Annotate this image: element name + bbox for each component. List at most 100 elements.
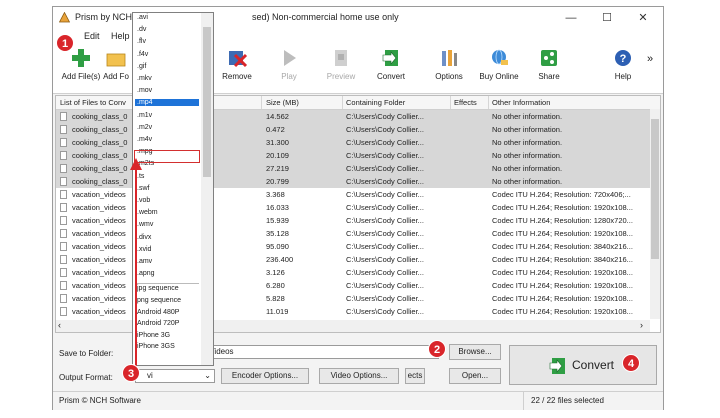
effects-button[interactable]: ects [405, 368, 425, 384]
preview-button[interactable]: Preview [315, 47, 367, 91]
menu-help[interactable]: Help [111, 31, 130, 41]
output-format-value: vi [147, 371, 153, 380]
file-info: Codec ITU H.264; Resolution: 1920x108... [492, 229, 633, 238]
options-label: Options [435, 72, 463, 81]
close-button[interactable]: ✕ [629, 10, 657, 26]
options-icon [442, 50, 457, 66]
scroll-left-icon[interactable]: ‹ [58, 320, 61, 330]
step-marker-3: 3 [122, 364, 140, 382]
format-option[interactable]: .mov [137, 87, 152, 94]
buy-online-button[interactable]: Buy Online [473, 47, 525, 91]
file-info: Codec ITU H.264; Resolution: 1280x720... [492, 216, 633, 225]
format-option[interactable]: .m4v [137, 136, 152, 143]
file-folder: C:\Users\Cody Collier... [346, 268, 424, 277]
format-option[interactable]: .mp4 [135, 99, 199, 107]
help-button[interactable]: ? Help [597, 47, 649, 91]
options-button[interactable]: Options [423, 47, 475, 91]
file-name: cooking_class_0 [72, 125, 128, 134]
maximize-button[interactable]: ☐ [593, 10, 621, 26]
add-folder-button[interactable]: Add Fo [101, 47, 131, 91]
share-label: Share [538, 72, 560, 81]
format-option[interactable]: .m2v [137, 124, 152, 131]
video-options-button[interactable]: Video Options... [319, 368, 399, 384]
file-icon [60, 125, 67, 134]
format-option[interactable]: .flv [137, 38, 146, 45]
col-header-folder[interactable]: Containing Folder [346, 98, 405, 107]
convert-toolbar-button[interactable]: Convert [365, 47, 417, 91]
file-size: 95.090 [266, 242, 289, 251]
scroll-right-icon[interactable]: › [640, 320, 643, 330]
file-folder: C:\Users\Cody Collier... [346, 177, 424, 186]
file-size: 35.128 [266, 229, 289, 238]
status-bar: Prism © NCH Software 22 / 22 files selec… [53, 391, 663, 410]
file-icon [60, 242, 67, 251]
convert-button-label: Convert [572, 358, 615, 372]
file-info: Codec ITU H.264; Resolution: 1920x108... [492, 281, 633, 290]
browse-button[interactable]: Browse... [449, 344, 501, 360]
file-name: vacation_videos [72, 190, 126, 199]
file-name: cooking_class_0 [72, 151, 128, 160]
file-size: 5.828 [266, 294, 285, 303]
format-option[interactable]: .mkv [137, 75, 152, 82]
file-size: 236.400 [266, 255, 294, 264]
file-folder: C:\Users\Cody Collier... [346, 255, 424, 264]
col-separator[interactable] [450, 96, 451, 109]
file-name: cooking_class_0 [72, 138, 128, 147]
add-files-button[interactable]: Add File(s) [55, 47, 107, 91]
add-files-label: Add File(s) [61, 72, 101, 81]
file-size: 27.219 [266, 164, 289, 173]
dropdown-scrollbar[interactable] [201, 13, 213, 365]
col-separator[interactable] [261, 96, 262, 109]
play-button[interactable]: Play [263, 47, 315, 91]
file-name: vacation_videos [72, 307, 126, 316]
format-option[interactable]: .gif [137, 63, 146, 70]
file-name: vacation_videos [72, 242, 126, 251]
remove-button[interactable]: Remove [211, 47, 263, 91]
format-option[interactable]: .dv [137, 26, 146, 33]
remove-icon [229, 51, 248, 68]
share-button[interactable]: Share [523, 47, 575, 91]
save-folder-input[interactable]: \Videos [203, 345, 439, 359]
file-size: 11.019 [266, 307, 289, 316]
dropdown-scroll-thumb[interactable] [203, 27, 211, 177]
help-label: Help [614, 72, 632, 81]
format-option[interactable]: .avi [137, 14, 148, 21]
toolbar-overflow-icon[interactable]: » [647, 53, 653, 65]
list-scroll-thumb[interactable] [651, 119, 659, 259]
format-option[interactable]: .f4v [137, 51, 148, 58]
file-size: 20.799 [266, 177, 289, 186]
file-folder: C:\Users\Cody Collier... [346, 151, 424, 160]
file-icon [60, 164, 67, 173]
list-vertical-scrollbar[interactable] [650, 109, 660, 319]
col-header-effects[interactable]: Effects [454, 98, 477, 107]
format-option[interactable]: .m1v [137, 112, 152, 119]
col-header-size[interactable]: Size (MB) [266, 98, 299, 107]
file-info: Codec ITU H.264; Resolution: 1920x108... [492, 307, 633, 316]
save-to-folder-label: Save to Folder: [59, 349, 114, 358]
file-size: 20.109 [266, 151, 289, 160]
file-size: 16.033 [266, 203, 289, 212]
col-header-info[interactable]: Other Information [492, 98, 550, 107]
preview-label: Preview [326, 72, 356, 81]
file-folder: C:\Users\Cody Collier... [346, 138, 424, 147]
file-info: Codec ITU H.264; Resolution: 3840x216... [492, 242, 633, 251]
convert-icon [382, 50, 398, 66]
file-icon [60, 151, 67, 160]
file-icon [60, 138, 67, 147]
col-header-name[interactable]: List of Files to Conv [60, 98, 126, 107]
open-button[interactable]: Open... [449, 368, 501, 384]
minimize-button[interactable]: — [557, 10, 585, 26]
file-size: 3.368 [266, 190, 285, 199]
menu-edit[interactable]: Edit [84, 31, 100, 41]
preview-icon [335, 50, 347, 66]
step-marker-2: 2 [428, 340, 446, 358]
file-size: 15.939 [266, 216, 289, 225]
file-name: vacation_videos [72, 255, 126, 264]
status-divider [523, 392, 524, 410]
col-separator[interactable] [488, 96, 489, 109]
folder-icon [106, 53, 126, 67]
output-format-select[interactable]: vi ⌄ [135, 369, 215, 383]
encoder-options-button[interactable]: Encoder Options... [221, 368, 309, 384]
file-name: cooking_class_0 [72, 112, 128, 121]
col-separator[interactable] [342, 96, 343, 109]
